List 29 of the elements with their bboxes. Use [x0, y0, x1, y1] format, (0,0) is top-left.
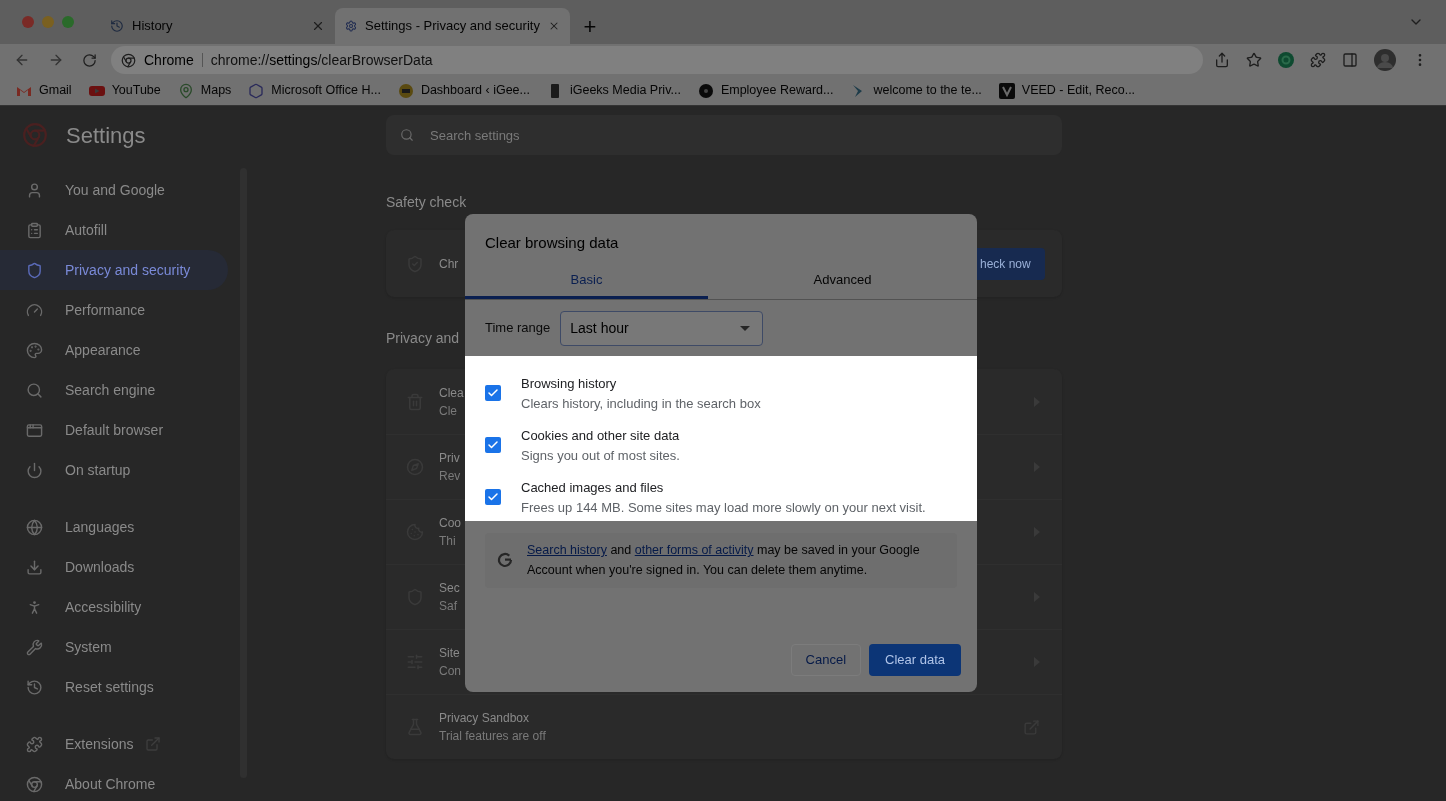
row-subtitle: Rev	[439, 468, 461, 485]
row-title: Chr	[439, 255, 459, 273]
option-title: Cached images and files	[521, 479, 665, 498]
row-subtitle: Trial features are off	[439, 728, 546, 745]
row-subtitle: Cle	[439, 402, 458, 420]
row-title: Privacy Sandbox	[439, 710, 531, 727]
option-description: Frees up 144 MB. Some sites may load more slowly on your next visit.	[521, 499, 926, 518]
option-title: Cookies and other site data	[521, 426, 680, 445]
section-heading: Privacy and	[386, 329, 460, 348]
option-description: Clears history, including in the search box	[521, 394, 761, 413]
tab-title: History	[132, 17, 174, 36]
tab-title: Settings - Privacy and security	[365, 17, 540, 36]
option-title: Browsing history	[521, 374, 618, 393]
dialog-title: Clear browsing data	[484, 233, 620, 253]
row-title: Clea	[439, 384, 464, 402]
field-label: Time range	[485, 319, 551, 338]
page-title: Settings	[66, 121, 146, 150]
info-text: Search history and other forms of activity may be saved in your Google Account when you're signed in. You can delete them anytime.	[527, 542, 921, 579]
row-title: Sec	[439, 580, 460, 597]
row-title: Coo	[439, 515, 461, 532]
section-heading: Safety check	[386, 193, 467, 212]
row-subtitle: Saf	[439, 598, 458, 615]
site-label: Chrome	[144, 50, 194, 70]
row-title: Site	[439, 645, 461, 662]
row-subtitle: Thi	[439, 533, 457, 550]
row-title: Priv	[439, 450, 461, 467]
url-text: chrome://settings/clearBrowserData	[210, 50, 433, 70]
option-description: Signs you out of most sites.	[521, 446, 680, 465]
row-subtitle: Con	[439, 663, 461, 680]
